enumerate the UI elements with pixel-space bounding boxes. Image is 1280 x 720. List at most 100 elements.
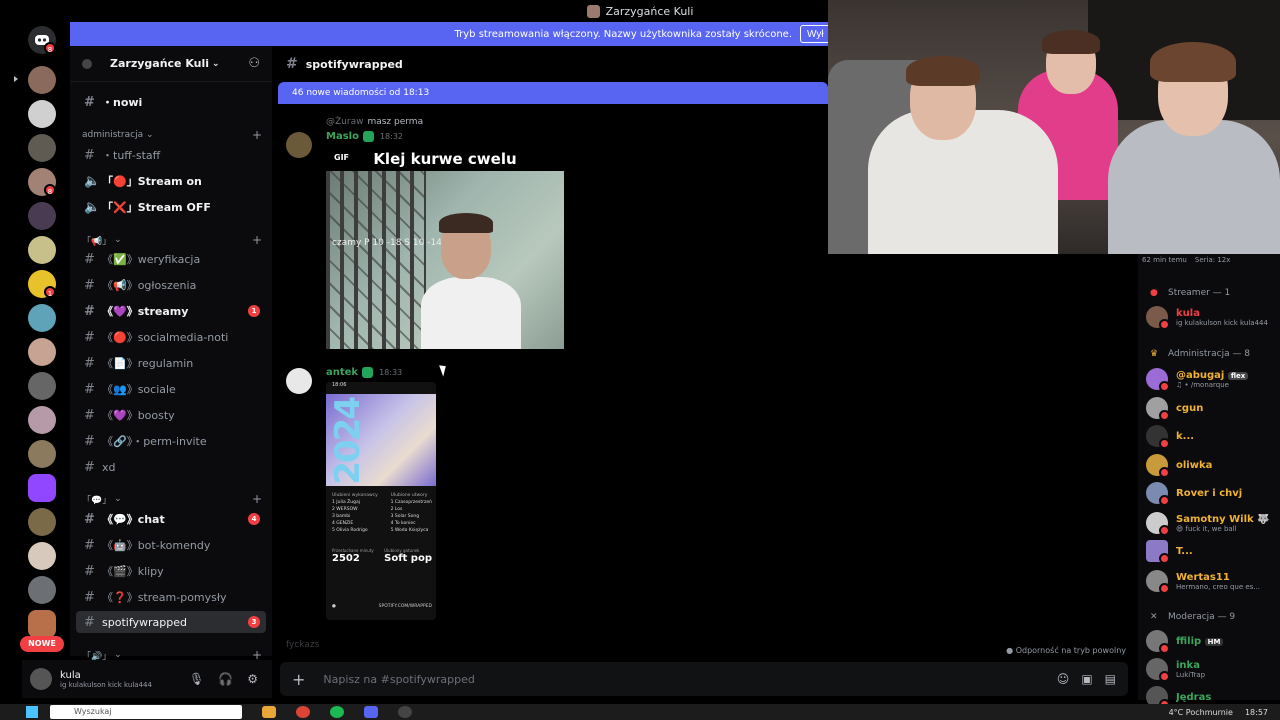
slowmode-icon: ● <box>1006 646 1014 655</box>
avatar <box>1146 658 1170 682</box>
reply-reference[interactable]: @Żuraw masz perma <box>326 117 423 127</box>
channel-sociale[interactable]: # 《👥》sociale <box>76 378 266 400</box>
add-channel-icon[interactable]: + <box>252 128 262 142</box>
channel-klipy[interactable]: # 《🎬》klipy <box>76 560 266 582</box>
server-icon[interactable] <box>28 236 56 264</box>
member-item[interactable]: Rover i chvj <box>1146 480 1280 506</box>
avatar <box>1146 570 1170 594</box>
server-icon[interactable] <box>28 202 56 230</box>
speaker-icon: 🔈 <box>84 173 101 189</box>
minutes-value: 2502 <box>332 553 360 564</box>
member-item[interactable]: cgun <box>1146 395 1280 421</box>
channel-nowi[interactable]: # ・nowi <box>76 91 266 113</box>
category-announcements[interactable]: 「📢」 ⌄ + <box>82 233 262 247</box>
file-explorer-icon[interactable] <box>262 706 276 718</box>
server-icon[interactable] <box>28 372 56 400</box>
member-item[interactable]: T... <box>1146 538 1280 564</box>
member-item[interactable]: @abugaj flex ♫ • /monarque <box>1146 366 1280 392</box>
windows-taskbar: Wyszukaj 4°C Pochmurnie 18:57 <box>0 704 1280 720</box>
server-icon[interactable] <box>28 66 56 94</box>
guild-tag: HM <box>1204 637 1224 646</box>
member-item[interactable]: kula ig kulakulson kick kula444 <box>1146 304 1280 330</box>
server-icon[interactable] <box>28 100 56 128</box>
channel-socialmedia-noti[interactable]: # 《🔴》socialmedia-noti <box>76 326 266 348</box>
twitch-server-icon[interactable] <box>28 474 56 502</box>
gif-attachment[interactable]: Klej kurwe cwelu czamy P 10 -18 S 10 -14… <box>326 147 564 349</box>
hash-icon: # <box>84 147 95 163</box>
avatar[interactable] <box>286 132 312 158</box>
voice-channel-stream-on[interactable]: 🔈 「🔴」Stream on <box>76 170 266 192</box>
user-panel: kula ig kulakulson kick kula444 🎙 🎧 ⚙ <box>22 660 272 698</box>
server-icon[interactable] <box>28 134 56 162</box>
channel-bot-komendy[interactable]: # 《🤖》bot-komendy <box>76 534 266 556</box>
taskbar-search[interactable]: Wyszukaj <box>50 705 242 719</box>
clock[interactable]: 18:57 <box>1245 708 1268 717</box>
avatar[interactable] <box>30 668 52 690</box>
category-administracja[interactable]: administracja ⌄ + <box>82 128 262 142</box>
message-author[interactable]: Maslo 18:32 <box>326 131 403 142</box>
message-input[interactable] <box>323 672 1024 686</box>
channel-spotifywrapped[interactable]: # spotifywrapped 3 <box>76 611 266 633</box>
gift-icon[interactable]: ▤ <box>1105 672 1116 686</box>
spotify-icon[interactable] <box>330 706 344 718</box>
member-item[interactable]: oliwka <box>1146 452 1280 478</box>
chrome-icon[interactable] <box>296 706 310 718</box>
weather-widget[interactable]: 4°C Pochmurnie <box>1169 708 1233 717</box>
discord-icon[interactable] <box>364 706 378 718</box>
gear-icon[interactable]: ⚙ <box>247 672 258 686</box>
image-icon[interactable]: ▣ <box>1081 672 1092 686</box>
member-item[interactable]: Wertas11 Hermano, creo que es... <box>1146 568 1280 594</box>
new-unreads-pill[interactable]: NOWE <box>20 636 64 652</box>
member-group-header: ● Streamer — 1 <box>1150 288 1231 298</box>
add-channel-icon[interactable]: + <box>252 492 262 506</box>
server-icon[interactable] <box>28 304 56 332</box>
channel-stream-pomysly[interactable]: # 《❓》stream-pomysły <box>76 586 266 608</box>
member-item[interactable]: k... <box>1146 423 1280 449</box>
channel-weryfikacja[interactable]: # 《✅》weryfikacja <box>76 248 266 270</box>
wrapped-year: 2024 <box>328 398 368 485</box>
channel-boosty[interactable]: # 《💜》boosty <box>76 404 266 426</box>
voice-channel-stream-off[interactable]: 🔈 「❌」Stream OFF <box>76 196 266 218</box>
channel-ogloszenia[interactable]: # 《📢》ogłoszenia <box>76 274 266 296</box>
server-header[interactable]: Zarzygańce Kuli ⌄ ⚇ <box>70 46 272 82</box>
webcam-hair <box>1042 30 1100 54</box>
gif-sign-text: czamy P 10 -18 S 10 -14 <box>332 238 442 248</box>
invite-icon[interactable]: ⚇ <box>248 56 260 71</box>
windows-start-icon[interactable] <box>26 706 38 718</box>
disable-streamer-mode-button[interactable]: Wył <box>800 25 830 43</box>
stream-info-strip: 62 min temu Seria: 12x <box>1142 256 1280 264</box>
emoji-icon[interactable]: ☺ <box>1057 672 1070 686</box>
add-attachment-icon[interactable]: + <box>292 670 305 689</box>
server-icon[interactable] <box>28 440 56 468</box>
headphones-icon[interactable]: 🎧 <box>218 672 233 686</box>
member-item[interactable]: inka LukiTrap <box>1146 656 1280 682</box>
message-author[interactable]: antek 18:33 <box>326 367 402 378</box>
member-item[interactable]: Samotny Wilk 🐺 😄 fuck it, we ball <box>1146 510 1280 536</box>
server-icon[interactable] <box>28 576 56 604</box>
category-chat[interactable]: 「💬」 ⌄ + <box>82 492 262 506</box>
channel-perm-invite[interactable]: # 《🔗》・perm-invite <box>76 430 266 452</box>
avatar[interactable] <box>286 368 312 394</box>
badge-icon <box>362 367 374 378</box>
member-item[interactable]: ffilip HM <box>1146 628 1280 654</box>
microphone-icon[interactable]: 🎙 <box>189 672 204 686</box>
channel-regulamin[interactable]: # 《📄》regulamin <box>76 352 266 374</box>
channel-tuff-staff[interactable]: # ・tuff-staff <box>76 144 266 166</box>
channel-xd[interactable]: # xd <box>76 456 266 478</box>
server-icon[interactable] <box>28 508 56 536</box>
new-messages-bar[interactable]: 46 nowe wiadomości od 18:13 <box>278 82 828 104</box>
server-icon[interactable] <box>28 610 56 638</box>
chevron-down-icon: ⌄ <box>212 58 220 69</box>
avatar <box>1146 482 1170 506</box>
add-channel-icon[interactable]: + <box>252 233 262 247</box>
channel-chat[interactable]: # 《💬》chat 4 <box>76 508 266 530</box>
image-attachment[interactable]: 18:06 2024 Ulubieni wykonawcy 1 Julia Żu… <box>326 382 436 620</box>
server-badge: 8 <box>44 184 56 196</box>
channel-streamy[interactable]: # 《💜》streamy 1 <box>76 300 266 322</box>
server-icon[interactable] <box>28 542 56 570</box>
tools-icon: ✕ <box>1150 612 1158 622</box>
hash-icon: # <box>84 537 95 553</box>
server-icon[interactable] <box>28 338 56 366</box>
obs-icon[interactable] <box>398 706 412 718</box>
server-icon[interactable] <box>28 406 56 434</box>
